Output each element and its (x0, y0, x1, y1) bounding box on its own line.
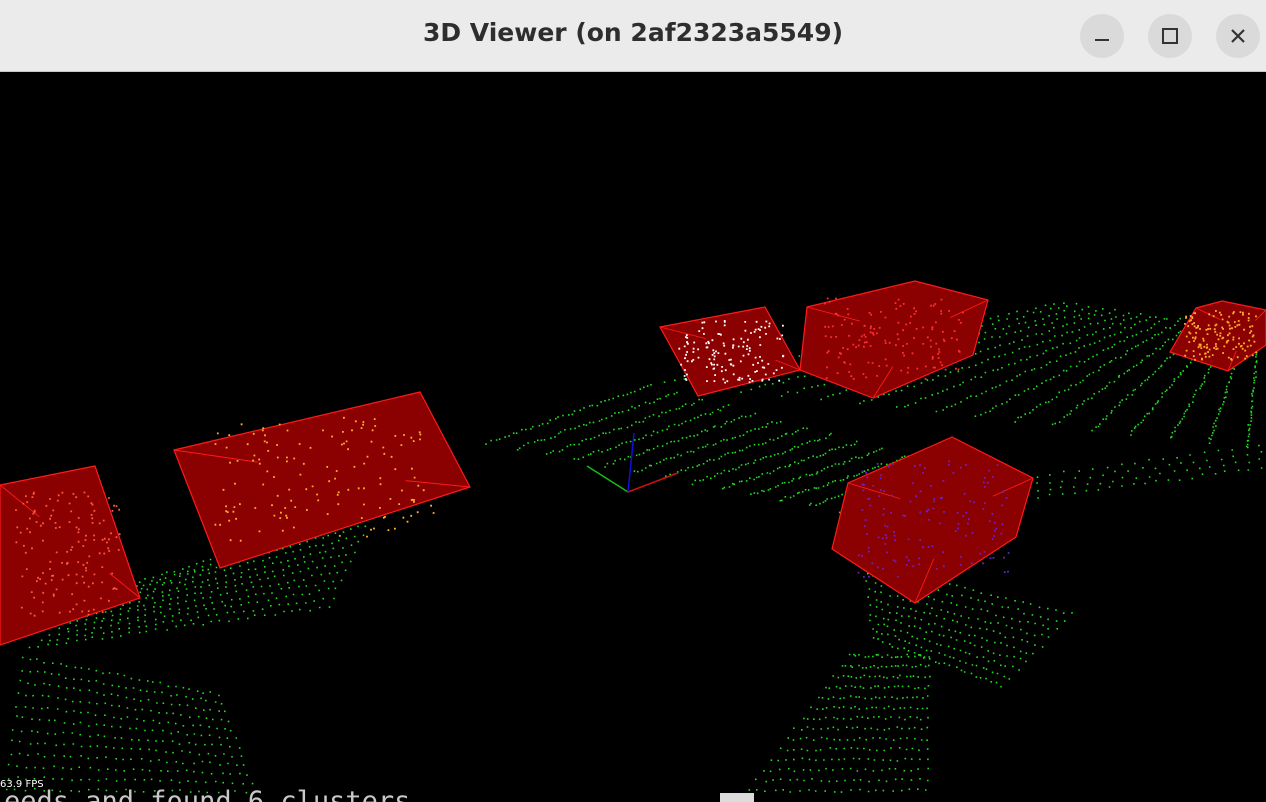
cluster-box-5 (1169, 300, 1266, 372)
console-output: eeds and found 6 clusters (4, 786, 411, 802)
cluster-box-6 (831, 436, 1034, 604)
viewer-window: 3D Viewer (on 2af2323a5549) 63.9 FPS eed… (0, 0, 1266, 802)
close-icon (1231, 29, 1245, 43)
ground-point-cloud (5, 302, 1263, 794)
minimize-icon (1095, 39, 1109, 41)
x-axis-line (627, 472, 679, 493)
ground-points (5, 302, 1263, 794)
point-cloud-viewport[interactable] (0, 73, 1266, 802)
cluster-box-2 (173, 391, 471, 569)
cluster-box-3 (659, 306, 801, 397)
origin-axes (586, 432, 679, 493)
minimize-button[interactable] (1080, 14, 1124, 58)
window-title: 3D Viewer (on 2af2323a5549) (422, 18, 844, 47)
y-axis-line (586, 465, 629, 493)
cluster-box-4 (799, 280, 989, 399)
maximize-icon (1162, 28, 1178, 44)
maximize-button[interactable] (1148, 14, 1192, 58)
close-button[interactable] (1216, 14, 1260, 58)
cluster-boxes (0, 280, 1266, 646)
title-bar[interactable]: 3D Viewer (on 2af2323a5549) (0, 0, 1266, 72)
console-cursor (720, 793, 754, 802)
cluster-box-1 (0, 465, 141, 646)
